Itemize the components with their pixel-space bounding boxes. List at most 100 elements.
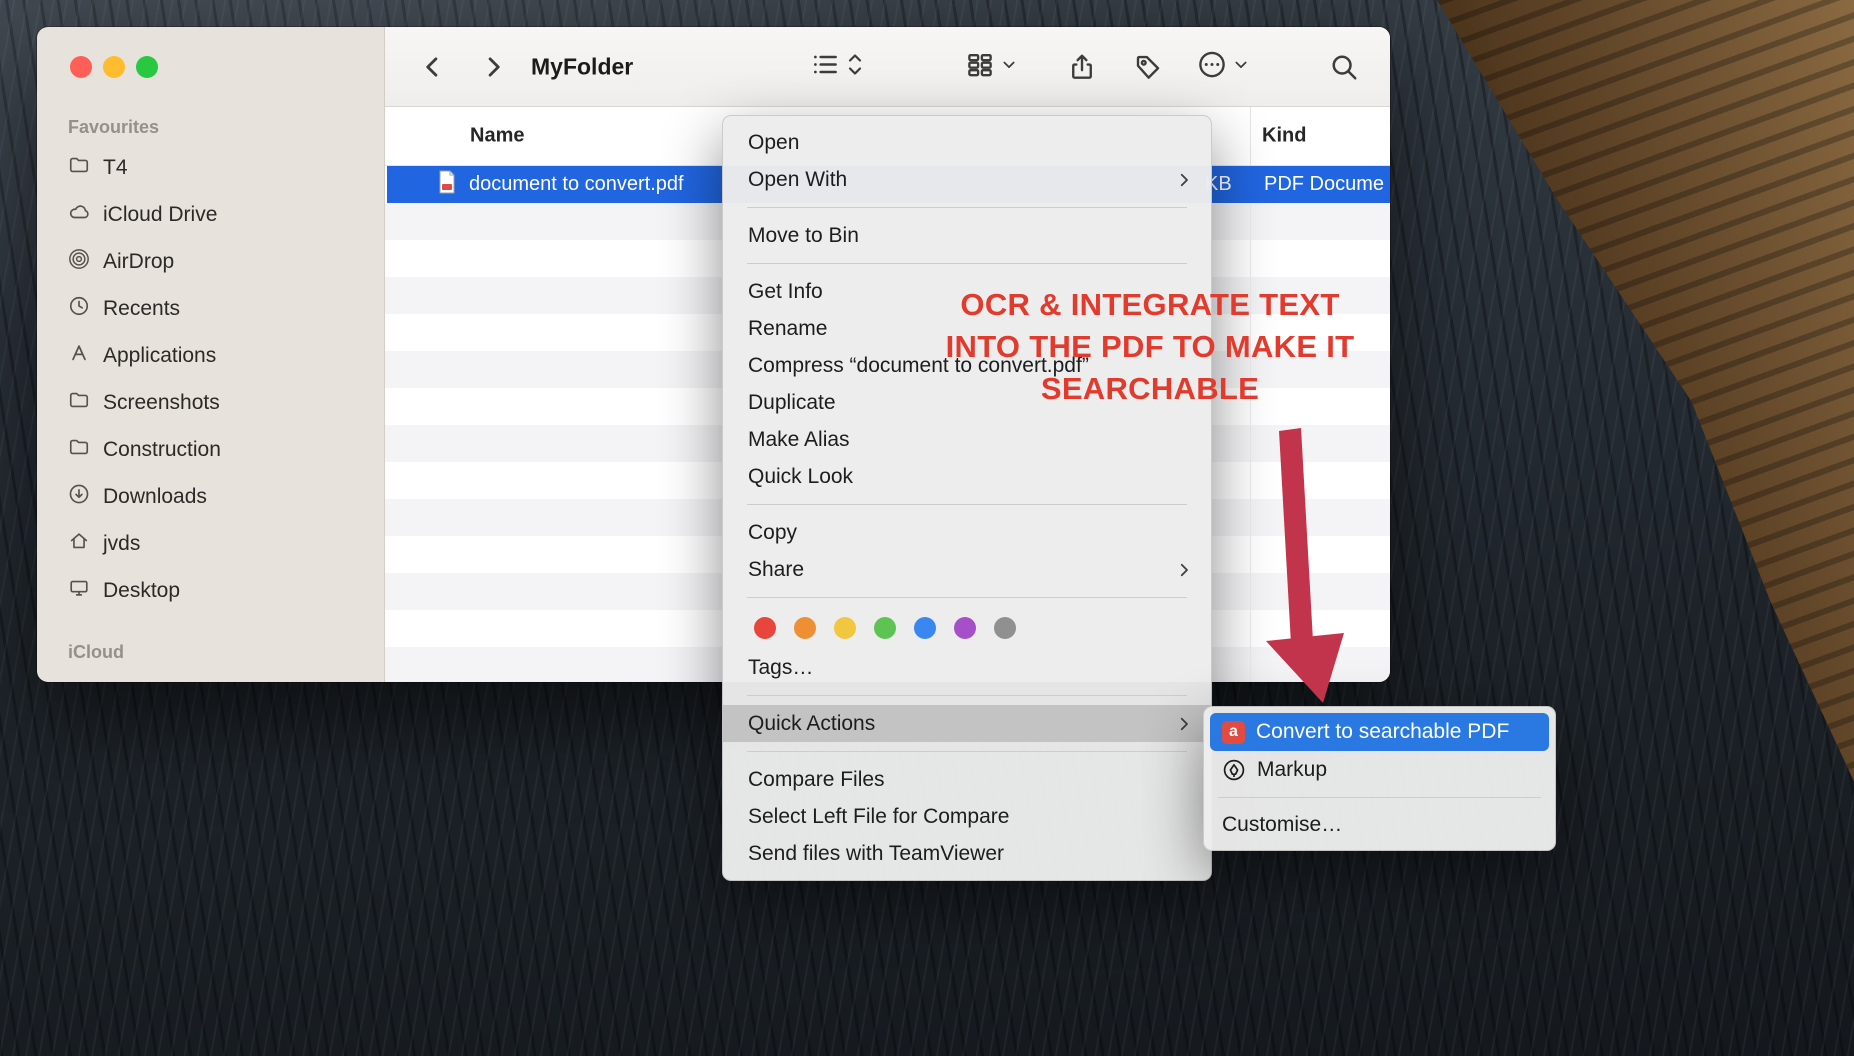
view-list-control[interactable] — [810, 49, 864, 84]
sidebar-section-icloud: iCloud — [68, 642, 124, 662]
cloud-icon — [68, 201, 90, 229]
downloads-icon — [68, 483, 90, 511]
menu-item-rename[interactable]: Rename — [723, 310, 1211, 347]
traffic-lights — [70, 56, 158, 78]
share-button[interactable] — [1067, 52, 1097, 82]
sidebar-item-icloud-drive[interactable]: iCloud Drive — [37, 191, 384, 238]
cliff-rock — [1437, 0, 1854, 782]
tags-button[interactable] — [1133, 52, 1163, 82]
column-header-name[interactable]: Name — [470, 125, 524, 148]
list-view-icon — [810, 49, 840, 84]
column-divider — [1250, 166, 1251, 682]
menu-separator — [747, 263, 1187, 264]
sidebar-item-recents[interactable]: Recents — [37, 285, 384, 332]
airdrop-icon — [68, 248, 90, 276]
tag-dot-orange[interactable] — [794, 617, 816, 639]
file-name: document to convert.pdf — [469, 173, 684, 195]
column-header-kind[interactable]: Kind — [1262, 125, 1306, 148]
sidebar-item-downloads[interactable]: Downloads — [37, 473, 384, 520]
tag-dot-red[interactable] — [754, 617, 776, 639]
tag-dot-blue[interactable] — [914, 617, 936, 639]
screen: Favourites T4 iCloud Drive AirDrop Recen… — [0, 0, 1854, 1056]
file-kind: PDF Docume — [1264, 173, 1385, 195]
menu-item-send-teamviewer[interactable]: Send files with TeamViewer — [723, 835, 1211, 872]
menu-item-get-info[interactable]: Get Info — [723, 273, 1211, 310]
sidebar-item-screenshots[interactable]: Screenshots — [37, 379, 384, 426]
context-menu: Open Open With Move to Bin Get Info Rena… — [722, 115, 1212, 881]
sidebar-item-label: iCloud Drive — [103, 202, 218, 226]
submenu-item-markup[interactable]: Markup — [1210, 751, 1549, 789]
forward-button[interactable] — [479, 53, 507, 81]
menu-item-select-left-file[interactable]: Select Left File for Compare — [723, 798, 1211, 835]
chevron-right-icon — [1175, 715, 1193, 733]
markup-icon — [1222, 758, 1246, 782]
tag-dot-yellow[interactable] — [834, 617, 856, 639]
tag-color-row — [723, 607, 1211, 649]
searchable-pdf-icon: a — [1222, 720, 1245, 744]
column-divider — [1250, 107, 1251, 165]
ellipsis-circle-icon — [1197, 49, 1227, 84]
submenu-item-convert-searchable-pdf[interactable]: a Convert to searchable PDF — [1210, 713, 1549, 751]
group-icon — [965, 49, 995, 84]
sidebar-item-desktop[interactable]: Desktop — [37, 567, 384, 614]
quick-actions-submenu: a Convert to searchable PDF Markup Custo… — [1203, 706, 1556, 851]
menu-item-compare-files[interactable]: Compare Files — [723, 761, 1211, 798]
zoom-window-button[interactable] — [136, 56, 158, 78]
menu-item-quick-actions[interactable]: Quick Actions — [723, 705, 1211, 742]
sidebar-item-label: Screenshots — [103, 390, 220, 414]
group-by-control[interactable] — [965, 49, 1017, 84]
menu-item-open[interactable]: Open — [723, 124, 1211, 161]
menu-separator — [747, 695, 1187, 696]
menu-item-duplicate[interactable]: Duplicate — [723, 384, 1211, 421]
menu-item-share[interactable]: Share — [723, 551, 1211, 588]
search-icon[interactable] — [1329, 52, 1359, 82]
sidebar-item-label: AirDrop — [103, 249, 175, 273]
menu-item-open-with[interactable]: Open With — [723, 161, 1211, 198]
sidebar-item-label: Applications — [103, 343, 217, 367]
chevron-down-icon — [1233, 56, 1249, 77]
sidebar-item-label: jvds — [103, 531, 141, 555]
clock-icon — [68, 295, 90, 323]
window-title: MyFolder — [531, 53, 634, 79]
sidebar-item-applications[interactable]: Applications — [37, 332, 384, 379]
sidebar-list: T4 iCloud Drive AirDrop Recents Applicat… — [37, 144, 384, 614]
sidebar: Favourites T4 iCloud Drive AirDrop Recen… — [37, 27, 385, 682]
chevron-down-icon — [1001, 56, 1017, 77]
chevron-up-down-icon — [846, 51, 864, 82]
sidebar-item-construction[interactable]: Construction — [37, 426, 384, 473]
submenu-item-customise[interactable]: Customise… — [1210, 806, 1549, 844]
sidebar-item-t4[interactable]: T4 — [37, 144, 384, 191]
menu-item-compress[interactable]: Compress “document to convert.pdf” — [723, 347, 1211, 384]
minimize-window-button[interactable] — [103, 56, 125, 78]
menu-separator — [747, 207, 1187, 208]
desktop-icon — [68, 577, 90, 605]
menu-item-make-alias[interactable]: Make Alias — [723, 421, 1211, 458]
sidebar-item-airdrop[interactable]: AirDrop — [37, 238, 384, 285]
sidebar-item-label: Downloads — [103, 484, 207, 508]
sidebar-item-label: T4 — [103, 155, 128, 179]
sidebar-section-favourites: Favourites — [68, 117, 160, 137]
menu-item-move-to-bin[interactable]: Move to Bin — [723, 217, 1211, 254]
chevron-right-icon — [1175, 171, 1193, 189]
folder-icon — [68, 436, 90, 464]
sidebar-item-label: Construction — [103, 437, 221, 461]
menu-item-quick-look[interactable]: Quick Look — [723, 458, 1211, 495]
menu-item-copy[interactable]: Copy — [723, 514, 1211, 551]
sidebar-item-label: Desktop — [103, 578, 181, 602]
more-actions-control[interactable] — [1197, 49, 1249, 84]
tag-dot-purple[interactable] — [954, 617, 976, 639]
menu-separator — [747, 504, 1187, 505]
menu-separator — [747, 751, 1187, 752]
folder-icon — [68, 154, 90, 182]
toolbar: MyFolder — [385, 27, 1390, 107]
menu-item-tags[interactable]: Tags… — [723, 649, 1211, 686]
menu-separator — [747, 597, 1187, 598]
sidebar-item-label: Recents — [103, 296, 181, 320]
tag-dot-green[interactable] — [874, 617, 896, 639]
close-window-button[interactable] — [70, 56, 92, 78]
tag-dot-grey[interactable] — [994, 617, 1016, 639]
applications-icon — [68, 342, 90, 370]
back-button[interactable] — [419, 53, 447, 81]
sidebar-item-jvds[interactable]: jvds — [37, 520, 384, 567]
chevron-right-icon — [1175, 561, 1193, 579]
